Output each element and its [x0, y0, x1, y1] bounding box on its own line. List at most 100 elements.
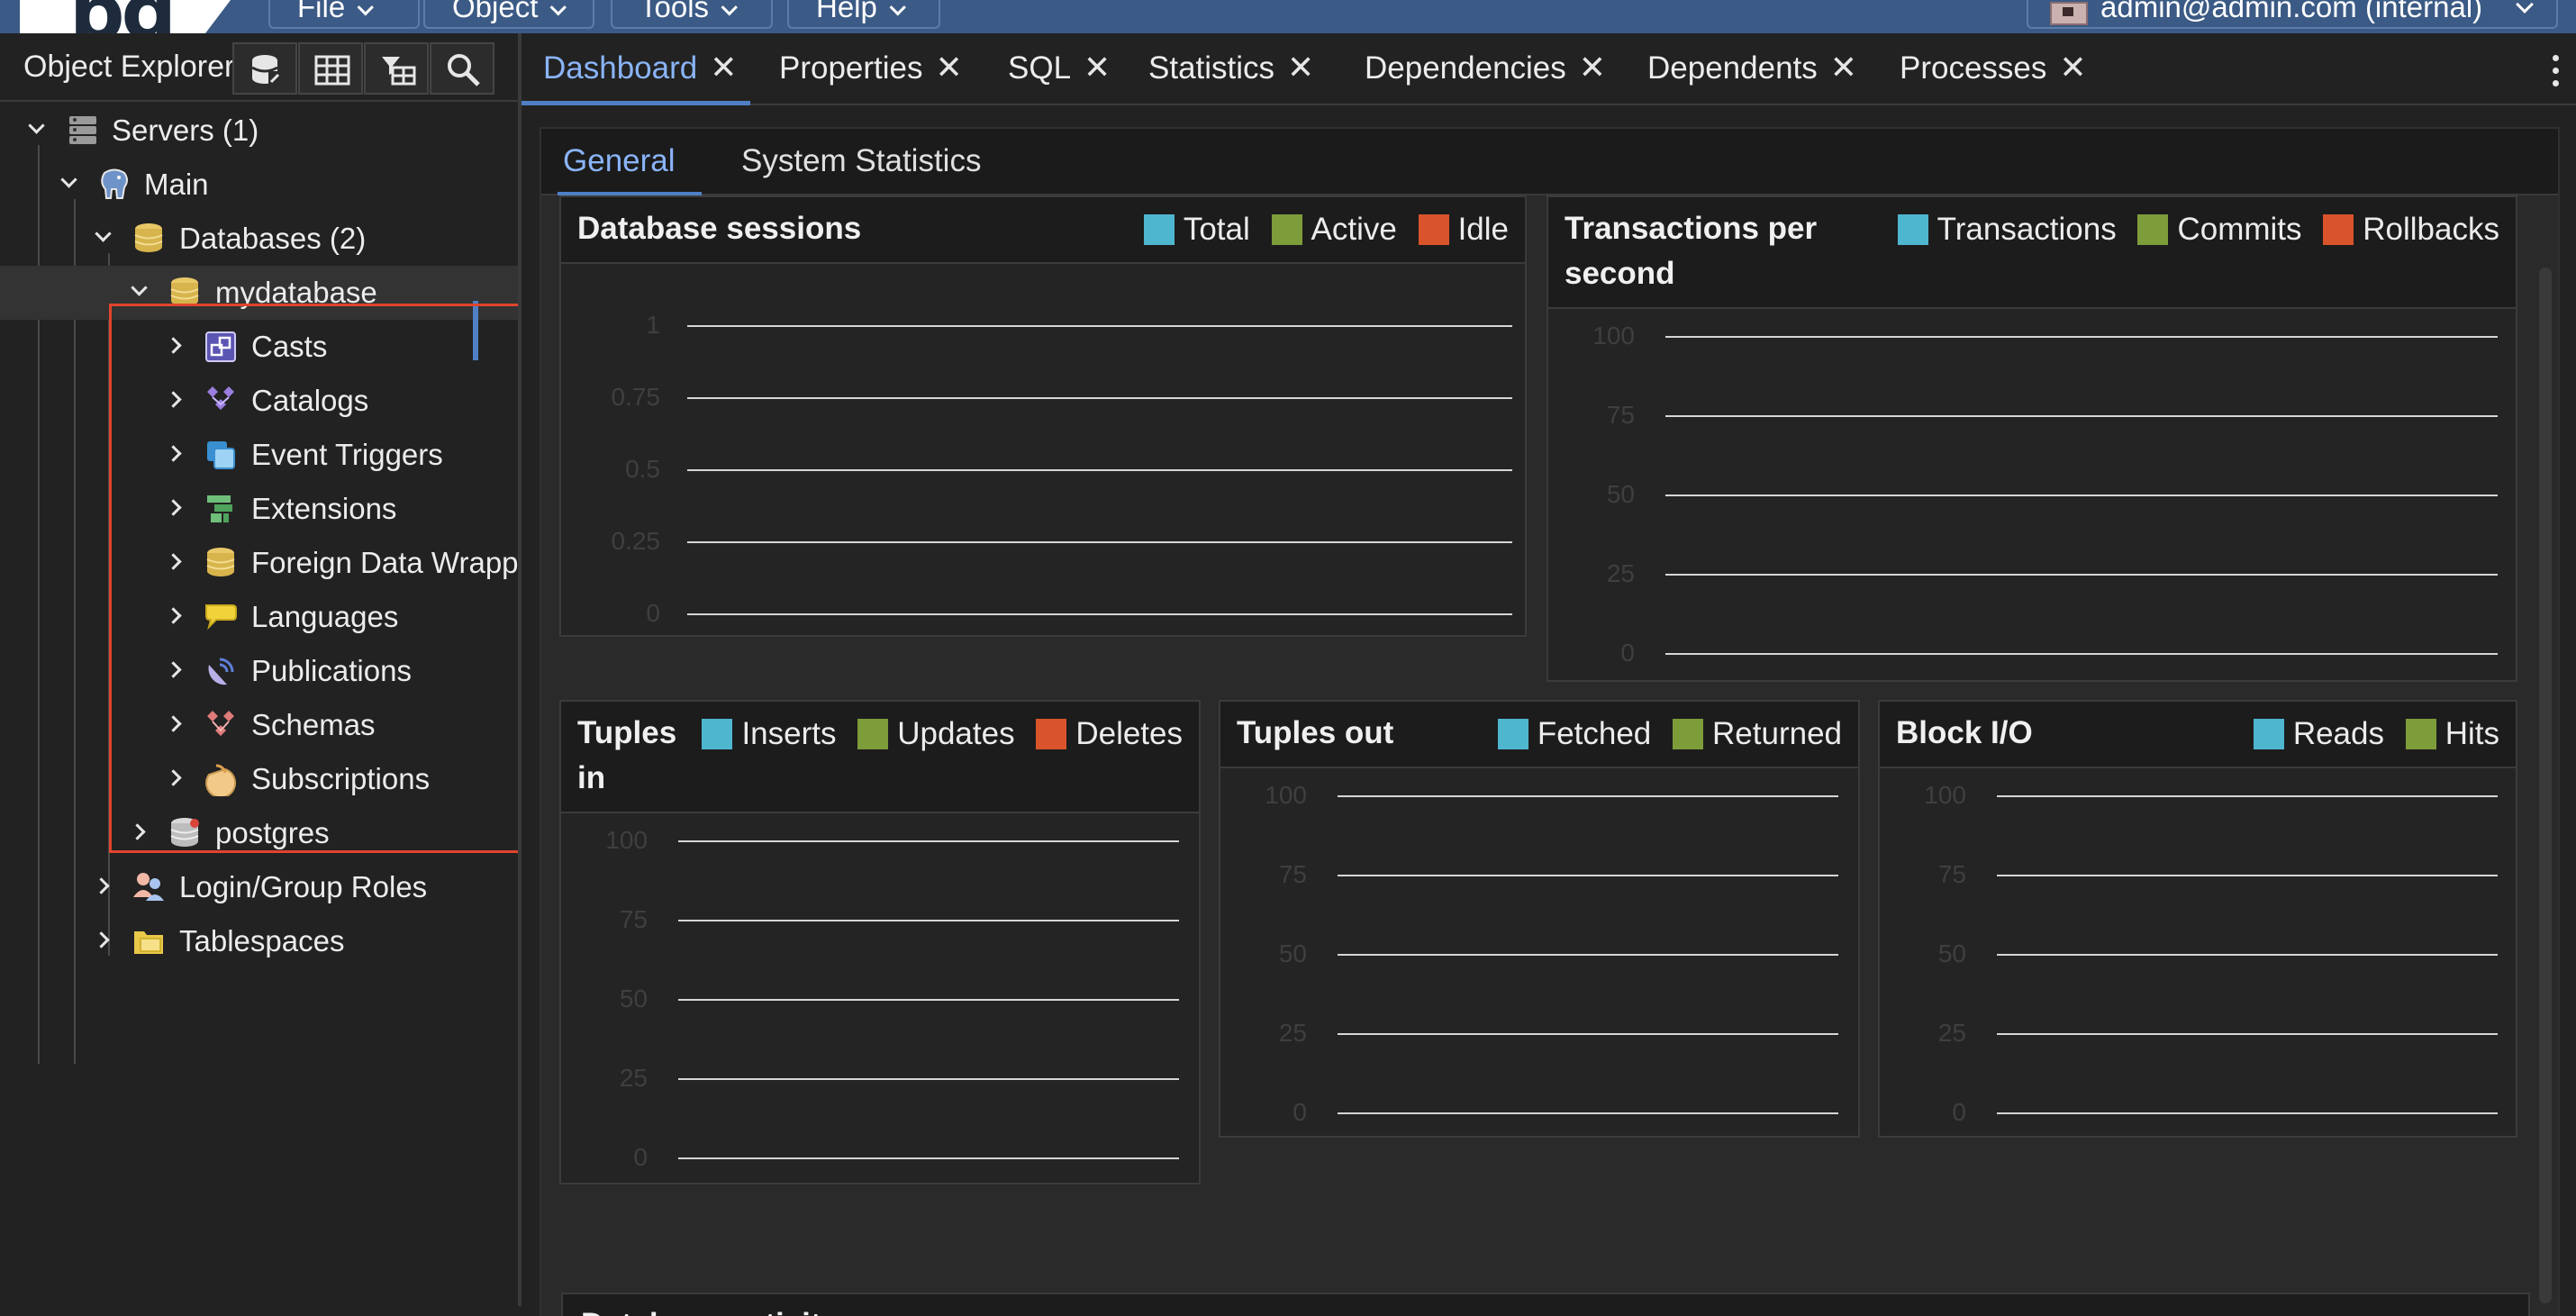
gridline	[687, 541, 1512, 543]
pgadmin-logo: pg	[20, 0, 205, 33]
legend-label: Idle	[1457, 212, 1509, 247]
object-explorer-title: Object Explorer	[23, 50, 232, 84]
card-title: Tuples in	[577, 715, 677, 795]
gridline	[1997, 954, 2498, 956]
y-tick-label: 25	[619, 1064, 648, 1092]
user-menu[interactable]: admin@admin.com (internal)	[2027, 0, 2558, 29]
object-explorer-panel: Object Explorer Servers (1) Main Databas…	[0, 33, 564, 1306]
tree-node-login-group-roles[interactable]: Login/Group Roles	[0, 860, 518, 914]
tab-bar: Dashboard ✕ Properties ✕ SQL ✕ Statistics ✕ …	[522, 33, 2576, 105]
tab-dashboard[interactable]: Dashboard ✕	[522, 33, 750, 105]
scrollbar[interactable]	[2539, 268, 2552, 1303]
chevron-down-icon	[2516, 0, 2534, 14]
y-tick-label: 100	[1592, 322, 1635, 349]
tab-sql[interactable]: SQL ✕	[1008, 33, 1111, 105]
y-tick-label: 0	[1620, 639, 1635, 667]
subtab-general[interactable]: General	[558, 129, 702, 195]
y-tick-label: 100	[605, 826, 648, 854]
y-tick-label: 0.75	[611, 383, 661, 411]
menu-object[interactable]: Object	[423, 0, 594, 29]
y-tick-label: 0.5	[625, 455, 660, 483]
chevron-down-icon[interactable]	[28, 117, 45, 134]
databases-icon	[134, 223, 163, 252]
menu-help[interactable]: Help	[787, 0, 940, 29]
close-icon[interactable]: ✕	[2059, 33, 2086, 102]
legend-swatch	[1271, 214, 1302, 245]
view-data-button[interactable]	[298, 42, 363, 95]
legend-label: Returned	[1712, 716, 1842, 751]
chart-card-tuples-out: Tuples out Fetched Returned 100 75 50 25 0	[1219, 700, 1860, 1138]
tab-dependents[interactable]: Dependents ✕	[1647, 33, 1857, 105]
elephant-icon	[101, 168, 128, 199]
card-title: Database sessions	[577, 211, 862, 246]
gridline	[1338, 954, 1838, 956]
y-tick-label: 0	[1293, 1098, 1307, 1126]
tree-node-tablespaces[interactable]: Tablespaces	[0, 914, 518, 968]
y-tick-label: 0	[633, 1143, 648, 1171]
legend-swatch	[2405, 719, 2436, 749]
y-tick-label: 25	[1606, 559, 1635, 587]
y-tick-label: 0.25	[611, 527, 661, 555]
gridline	[678, 920, 1179, 921]
legend-swatch	[2253, 719, 2284, 749]
gridline	[1997, 875, 2498, 876]
close-icon[interactable]: ✕	[710, 33, 737, 102]
filter-rows-button[interactable]	[364, 42, 429, 95]
tablespaces-icon	[134, 931, 163, 954]
chart-area: 100 75 50 25 0	[1220, 768, 1858, 1136]
chart-legend: Reads Hits	[2241, 716, 2499, 752]
legend-label: Active	[1311, 212, 1397, 247]
legend-label: Hits	[2444, 716, 2499, 751]
user-avatar-icon	[2050, 2, 2088, 25]
chevron-right-icon[interactable]	[93, 931, 110, 948]
gridline	[1997, 1033, 2498, 1035]
main-panel: Dashboard ✕ Properties ✕ SQL ✕ Statistics ✕ …	[522, 33, 2576, 1316]
chart-legend: Total Active Idle	[1131, 212, 1509, 248]
more-options-icon[interactable]	[2553, 55, 2560, 87]
tree-node-databases[interactable]: Databases (2)	[0, 212, 518, 266]
chevron-down-icon[interactable]	[131, 279, 148, 296]
legend-swatch	[1897, 214, 1928, 245]
close-icon[interactable]: ✕	[1579, 33, 1606, 102]
tab-properties[interactable]: Properties ✕	[779, 33, 963, 105]
legend-swatch	[2137, 214, 2169, 245]
legend-swatch	[1036, 719, 1067, 749]
chart-area: 100 75 50 25 0	[1548, 309, 2516, 680]
gridline	[1665, 336, 2498, 338]
gridline	[1665, 574, 2498, 576]
menu-tools[interactable]: Tools	[611, 0, 773, 29]
tab-statistics[interactable]: Statistics ✕	[1148, 33, 1314, 105]
close-icon[interactable]: ✕	[1084, 33, 1111, 102]
database-activity-section: Database activity	[561, 1293, 2530, 1316]
y-tick-label: 1	[646, 311, 660, 339]
card-header: Tuples in Inserts Updates Deletes	[561, 702, 1199, 813]
chart-legend: Inserts Updates Deletes	[689, 716, 1183, 752]
search-objects-button[interactable]	[430, 42, 494, 95]
card-header: Database sessions Total Active Idle	[561, 197, 1525, 264]
close-icon[interactable]: ✕	[936, 33, 963, 102]
chevron-right-icon[interactable]	[93, 877, 110, 894]
y-tick-label: 100	[1265, 781, 1307, 809]
tree-node-servers[interactable]: Servers (1)	[0, 104, 518, 158]
close-icon[interactable]: ✕	[1287, 33, 1314, 102]
dashboard-panel: General System Statistics Database sessi…	[540, 127, 2560, 1316]
query-tool-button[interactable]	[232, 42, 297, 95]
legend-swatch	[1673, 719, 1704, 749]
y-tick-label: 25	[1278, 1019, 1307, 1047]
menu-file[interactable]: File	[268, 0, 420, 29]
card-title: Tuples out	[1237, 715, 1394, 750]
tree-node-main[interactable]: Main	[0, 158, 518, 212]
close-icon[interactable]: ✕	[1830, 33, 1857, 102]
legend-label: Commits	[2177, 212, 2302, 247]
chart-legend: Fetched Returned	[1485, 716, 1842, 752]
tab-dependencies[interactable]: Dependencies ✕	[1365, 33, 1606, 105]
legend-label: Updates	[897, 716, 1015, 751]
chevron-down-icon[interactable]	[60, 171, 77, 188]
y-tick-label: 50	[619, 985, 648, 1012]
tab-processes[interactable]: Processes ✕	[1900, 33, 2087, 105]
subtab-system-statistics[interactable]: System Statistics	[741, 129, 981, 195]
y-tick-label: 75	[1606, 401, 1635, 429]
legend-label: Fetched	[1537, 716, 1652, 751]
legend-label: Reads	[2292, 716, 2384, 751]
chevron-down-icon[interactable]	[95, 225, 112, 242]
